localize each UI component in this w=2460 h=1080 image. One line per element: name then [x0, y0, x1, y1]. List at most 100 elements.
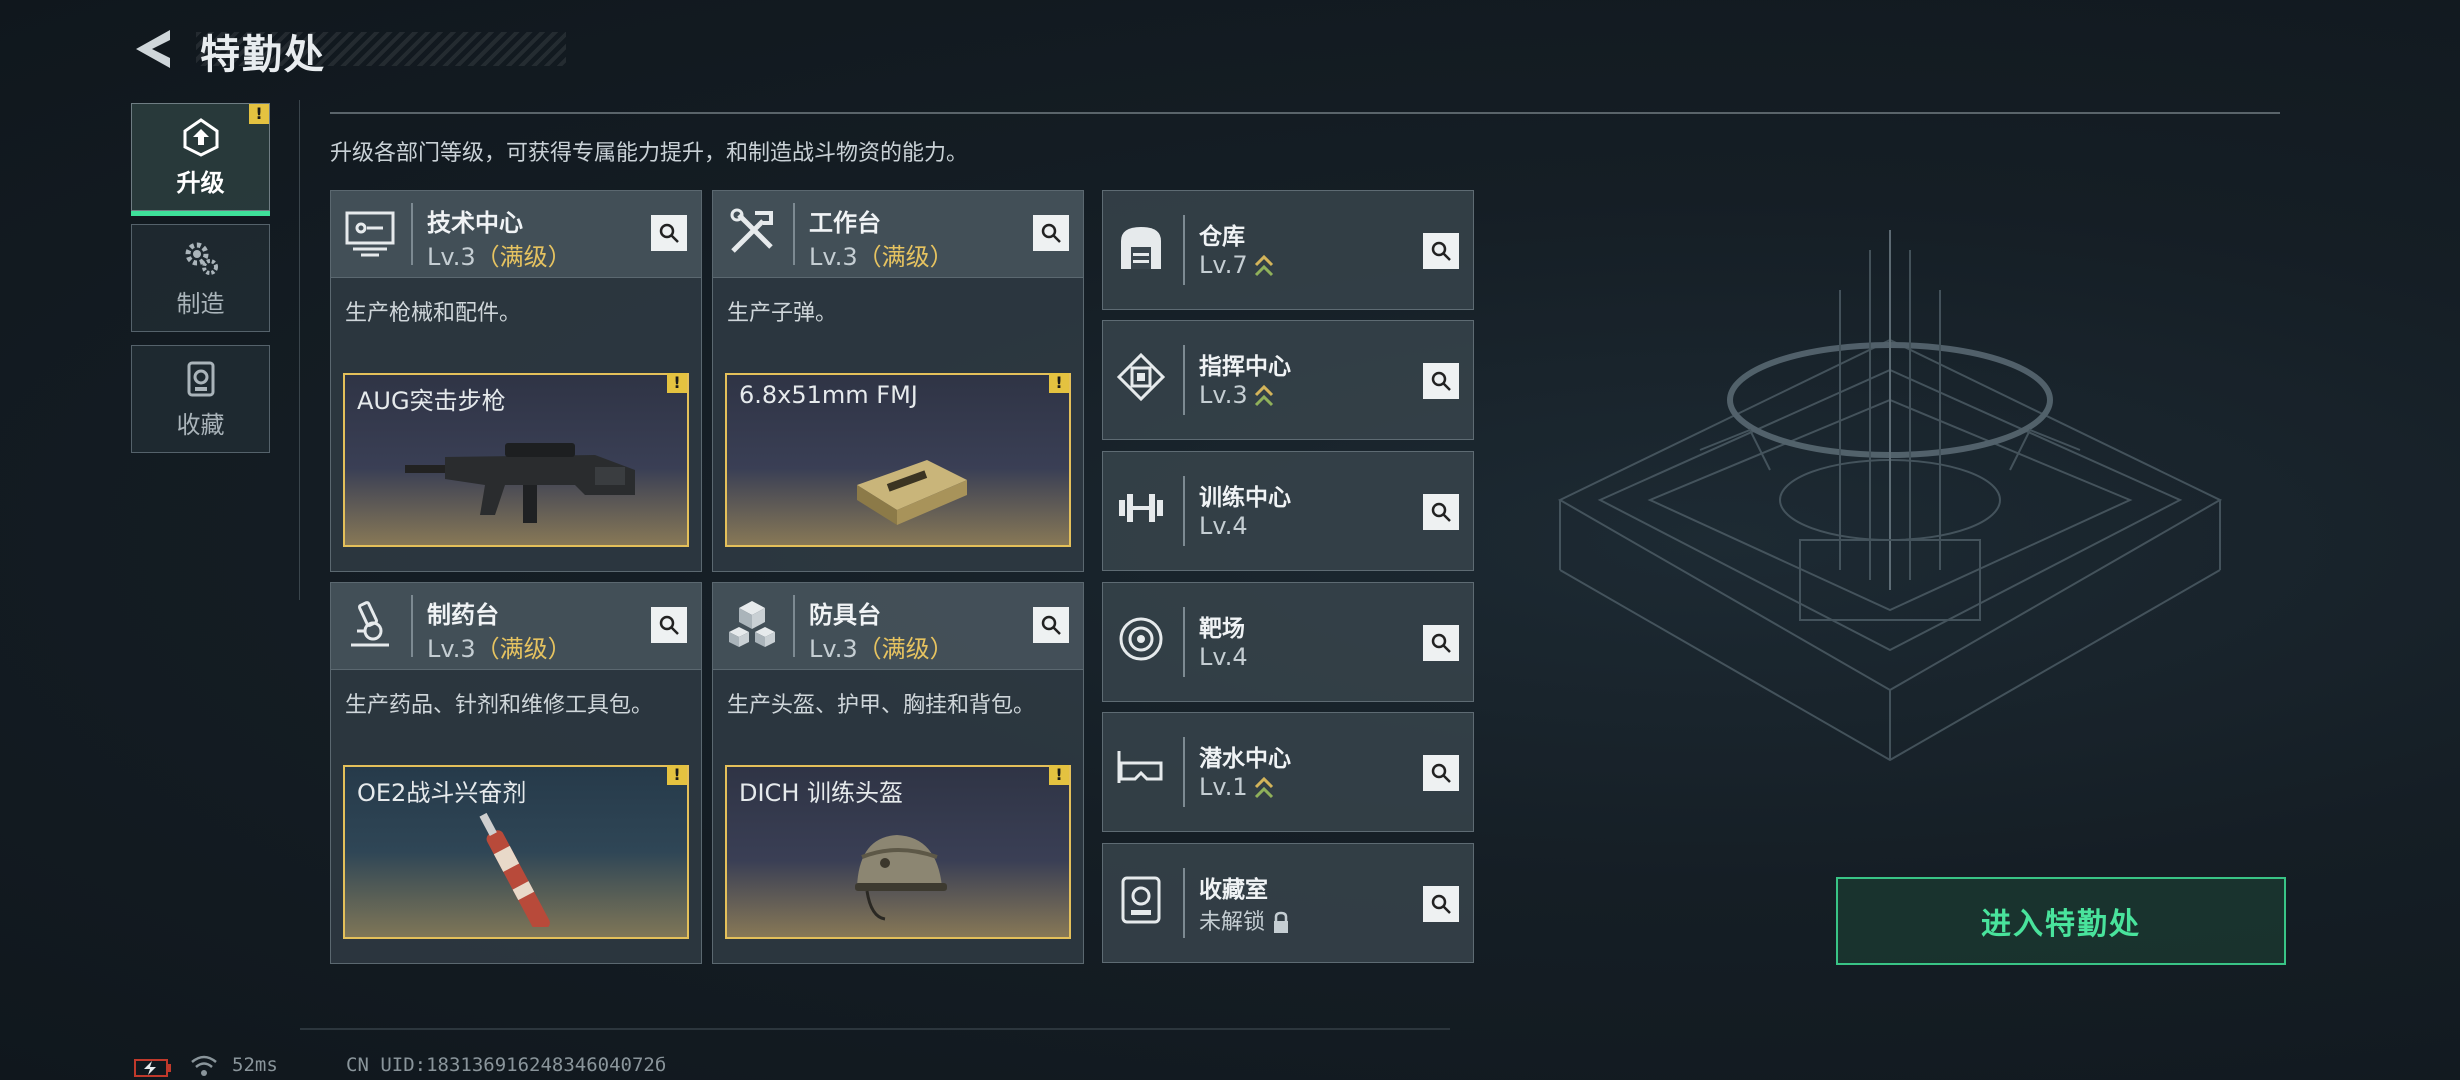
facility-level: Lv.4: [1199, 643, 1248, 671]
collection-icon: [187, 361, 214, 396]
gears-icon: [185, 242, 218, 275]
search-button[interactable]: [1423, 363, 1459, 399]
facility-card-diving-center[interactable]: 潜水中心 Lv.1: [1102, 712, 1474, 832]
facility-description: 生产药品、针剂和维修工具包。: [345, 693, 654, 718]
search-icon: [1431, 502, 1451, 522]
max-level-tag: （满级）: [475, 635, 572, 663]
facility-level: Lv.3（满级）: [427, 635, 572, 663]
facility-level: Lv.1: [1199, 773, 1274, 801]
product-name: 6.8x51mm FMJ: [739, 381, 918, 409]
search-button[interactable]: [1423, 755, 1459, 791]
facility-card-training-center[interactable]: 训练中心 Lv.4: [1102, 451, 1474, 571]
warning-badge: !: [667, 373, 687, 393]
search-button[interactable]: [1423, 494, 1459, 530]
product-name: DICH 训练头盔: [739, 779, 903, 807]
icon-separator: [411, 203, 413, 265]
search-icon: [1041, 223, 1061, 243]
vault-icon: [1121, 876, 1161, 924]
facility-level: Lv.3（满级）: [809, 243, 954, 271]
facility-level: Lv.3（满级）: [427, 243, 572, 271]
product-slot[interactable]: AUG突击步枪: [343, 373, 689, 547]
facility-description: 生产枪械和配件。: [345, 301, 522, 326]
icon-separator: [1183, 607, 1185, 677]
user-uid: CN UID:18313691624834604072б: [346, 1054, 667, 1076]
lock-icon: [1274, 911, 1289, 933]
facility-card-warehouse[interactable]: 仓库 Lv.7: [1102, 190, 1474, 310]
wifi-icon: [191, 1055, 217, 1076]
upgrade-chevron-icon: [1254, 254, 1273, 277]
facility-card-shooting-range[interactable]: 靶场 Lv.4: [1102, 582, 1474, 702]
facility-card-collection-room[interactable]: 收藏室 未解锁: [1102, 843, 1474, 963]
cubes-icon: [729, 601, 775, 647]
icon-separator: [793, 203, 795, 265]
dumbbell-icon: [1119, 494, 1163, 522]
facility-name: 技术中心: [427, 209, 523, 237]
product-name: OE2战斗兴奋剂: [357, 779, 527, 807]
upgrade-icon: [183, 117, 218, 157]
back-arrow-icon[interactable]: [130, 26, 176, 72]
tab-collection[interactable]: 收藏: [131, 345, 270, 453]
icon-separator: [1183, 345, 1185, 415]
tab-label: 收藏: [176, 410, 225, 439]
ping-value: 52ms: [232, 1054, 278, 1076]
facility-name: 仓库: [1199, 224, 1245, 250]
product-slot[interactable]: DICH 训练头盔: [725, 765, 1071, 939]
page-title: 特勤处: [200, 32, 326, 78]
search-button[interactable]: [651, 215, 687, 251]
icon-separator: [1183, 737, 1185, 807]
facility-description: 生产头盔、护甲、胸挂和背包。: [727, 693, 1036, 718]
search-icon: [659, 615, 679, 635]
upgrade-chevron-icon: [1254, 384, 1273, 407]
search-button[interactable]: [1033, 215, 1069, 251]
search-icon: [1431, 633, 1451, 653]
facility-name: 潜水中心: [1199, 746, 1291, 772]
max-level-tag: （满级）: [475, 243, 572, 271]
warning-badge: !: [1049, 373, 1069, 393]
icon-separator: [1183, 868, 1185, 938]
facility-level: Lv.3（满级）: [809, 635, 954, 663]
product-slot[interactable]: 6.8x51mm FMJ: [725, 373, 1071, 547]
facility-name: 制药台: [427, 601, 499, 629]
facility-card-command-center[interactable]: 指挥中心 Lv.3: [1102, 320, 1474, 440]
icon-separator: [793, 595, 795, 657]
helmet-icon: [855, 835, 947, 921]
diving-mask-icon: [1117, 751, 1163, 783]
monitor-icon: [345, 211, 395, 257]
warehouse-icon: [1121, 227, 1161, 269]
search-button[interactable]: [1423, 625, 1459, 661]
facility-card-armor-bench[interactable]: 防具台 Lv.3（满级） 生产头盔、护甲、胸挂和背包。 DICH 训练头盔 !: [712, 582, 1084, 964]
icon-separator: [411, 595, 413, 657]
facility-card-tech-center[interactable]: 技术中心 Lv.3（满级） 生产枪械和配件。 AUG突击步枪 !: [330, 190, 702, 572]
search-icon: [1041, 615, 1061, 635]
facility-card-pharmacy[interactable]: 制药台 Lv.3（满级） 生产药品、针剂和维修工具包。 OE2战斗兴奋剂 !: [330, 582, 702, 964]
warning-badge: !: [1049, 765, 1069, 785]
search-button[interactable]: [1423, 886, 1459, 922]
description: 升级各部门等级，可获得专属能力提升，和制造战斗物资的能力。: [330, 141, 969, 166]
facility-name: 工作台: [809, 209, 881, 237]
product-slot[interactable]: OE2战斗兴奋剂: [343, 765, 689, 939]
facility-level: Lv.3: [1199, 381, 1274, 409]
rifle-icon: [405, 443, 635, 523]
facility-level: 未解锁: [1199, 904, 1291, 936]
search-icon: [1431, 763, 1451, 783]
facility-level: Lv.7: [1199, 251, 1274, 279]
tab-manufacture[interactable]: 制造: [131, 224, 270, 332]
microscope-icon: [351, 601, 389, 647]
enter-special-ops-button[interactable]: 进入特勤处: [1836, 877, 2286, 965]
facility-card-workbench[interactable]: 工作台 Lv.3（满级） 生产子弹。 6.8x51mm FMJ !: [712, 190, 1084, 572]
tools-icon: [730, 208, 773, 253]
header-divider: [330, 112, 2280, 114]
syringe-icon: [479, 812, 560, 927]
search-icon: [1431, 241, 1451, 261]
tab-upgrade[interactable]: 升级 !: [131, 103, 270, 216]
search-button[interactable]: [1033, 607, 1069, 643]
facility-name: 防具台: [809, 601, 881, 629]
facility-name: 训练中心: [1199, 485, 1291, 511]
battery-charging-icon: [134, 1059, 171, 1077]
product-name: AUG突击步枪: [357, 387, 506, 415]
search-button[interactable]: [1423, 233, 1459, 269]
search-icon: [1431, 894, 1451, 914]
search-button[interactable]: [651, 607, 687, 643]
facility-name: 收藏室: [1199, 877, 1268, 903]
chip-icon: [1116, 352, 1166, 402]
